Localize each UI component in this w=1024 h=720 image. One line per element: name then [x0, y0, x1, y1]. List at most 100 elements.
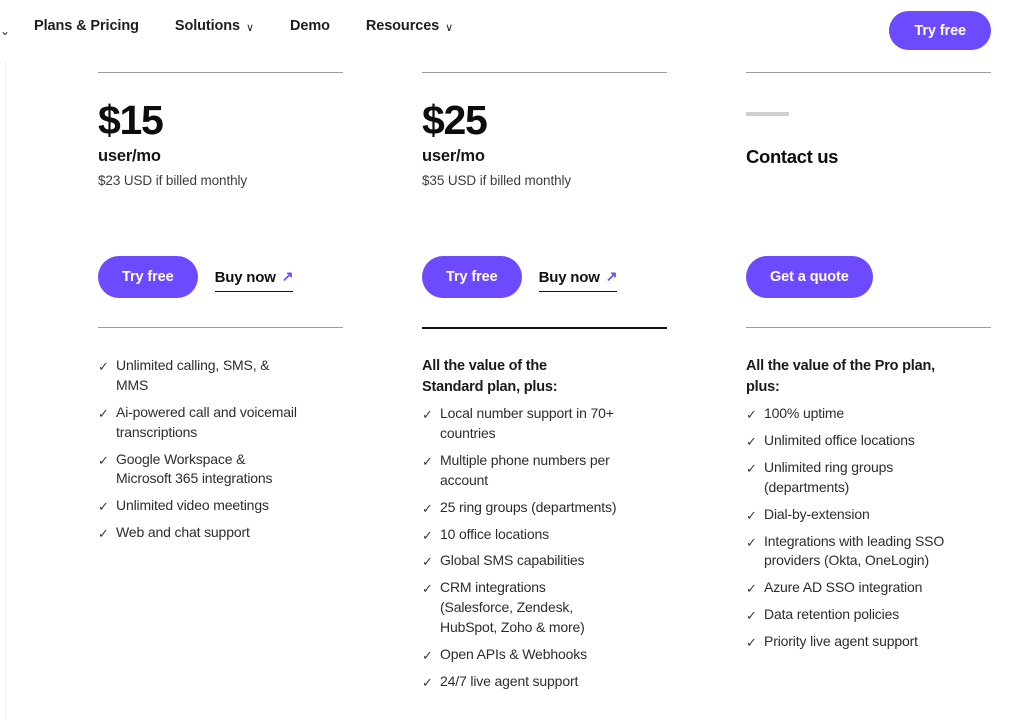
plan-period: user/mo — [98, 147, 161, 165]
feature-label: Unlimited video meetings — [116, 497, 269, 514]
buy-now-link[interactable]: Buy now ↗ — [538, 267, 618, 292]
feature-label: Integrations with leading SSO providers … — [764, 532, 945, 569]
list-item: ✓ Unlimited video meetings — [98, 496, 346, 516]
plan-billing-note: $35 USD if billed monthly — [422, 173, 572, 188]
nav-item-label: Solutions — [174, 18, 241, 34]
nav-overflow-chevron-icon[interactable]: ⌄ — [0, 24, 14, 38]
list-item: ✓ Local number support in 70+ countries — [422, 404, 670, 444]
plan-price: $15 — [98, 97, 164, 143]
check-icon: ✓ — [422, 647, 433, 663]
check-icon: ✓ — [746, 434, 757, 450]
feature-label: CRM integrations (Salesforce, Zendesk, H… — [440, 579, 585, 636]
feature-label: 24/7 live agent support — [440, 672, 579, 689]
list-item: ✓ Integrations with leading SSO provider… — [746, 532, 994, 572]
top-navigation-bar: ⌄ Plans & Pricing Solutions ∨ Demo Resou… — [0, 0, 1024, 60]
plan-price-placeholder-dash — [746, 112, 789, 116]
check-icon: ✓ — [422, 407, 433, 423]
card-cta-row: Try free Buy now ↗ — [422, 256, 617, 298]
card-bottom-divider — [746, 327, 991, 328]
check-icon: ✓ — [746, 507, 757, 523]
pricing-plans-grid: $15 user/mo $23 USD if billed monthly Tr… — [0, 60, 1024, 720]
feature-label: Global SMS capabilities — [440, 552, 585, 569]
list-item: ✓ Web and chat support — [98, 523, 346, 543]
feature-label: Ai-powered call and voicemail transcript… — [116, 403, 297, 440]
nav-item-label: Plans & Pricing — [34, 18, 139, 34]
check-icon: ✓ — [98, 359, 109, 374]
check-icon: ✓ — [746, 608, 757, 624]
card-bottom-divider — [98, 327, 343, 328]
check-icon: ✓ — [746, 581, 757, 597]
list-item: ✓ 100% uptime — [746, 404, 994, 424]
list-item: ✓ Dial-by-extension — [746, 505, 994, 525]
check-icon: ✓ — [422, 581, 433, 597]
plan-features: All the value of the Pro plan, plus: ✓ 1… — [746, 356, 994, 659]
check-icon: ✓ — [98, 499, 109, 515]
try-free-button[interactable]: Try free — [98, 256, 198, 298]
check-icon: ✓ — [746, 407, 757, 423]
list-item: ✓ CRM integrations (Salesforce, Zendesk,… — [422, 578, 670, 638]
feature-label: Unlimited ring groups (departments) — [764, 458, 894, 495]
nav-item-resources[interactable]: Resources ∨ — [366, 18, 453, 34]
feature-label: 100% uptime — [764, 405, 845, 422]
arrow-up-right-icon: ↗ — [281, 267, 294, 284]
feature-heading: All the value of the Pro plan, plus: — [746, 358, 935, 395]
list-item: ✓ Global SMS capabilities — [422, 551, 670, 571]
feature-label: Data retention policies — [764, 606, 900, 623]
nav-item-label: Demo — [289, 18, 330, 34]
feature-label: Dial-by-extension — [764, 505, 870, 522]
card-top-divider — [98, 72, 343, 73]
feature-label: Open APIs & Webhooks — [440, 645, 587, 662]
nav-item-label: Resources — [365, 18, 440, 34]
feature-label: Priority live agent support — [764, 633, 918, 650]
nav-try-free-button[interactable]: Try free — [889, 11, 991, 50]
list-item: ✓ Unlimited calling, SMS, & MMS — [98, 356, 346, 396]
feature-label: Unlimited office locations — [764, 432, 915, 449]
plan-period: user/mo — [422, 147, 485, 165]
get-a-quote-button[interactable]: Get a quote — [746, 256, 873, 298]
check-icon: ✓ — [422, 527, 433, 543]
list-item: ✓ Azure AD SSO integration — [746, 578, 994, 598]
chevron-down-icon: ∨ — [445, 21, 454, 34]
feature-label: Azure AD SSO integration — [764, 579, 923, 596]
nav-menu: Plans & Pricing Solutions ∨ Demo Resourc… — [34, 18, 453, 34]
feature-label: Multiple phone numbers per account — [440, 451, 610, 488]
arrow-up-right-icon: ↗ — [605, 267, 618, 284]
plan-contact-title: Contact us — [746, 146, 839, 167]
buy-now-link[interactable]: Buy now ↗ — [214, 267, 294, 292]
plan-billing-note: $23 USD if billed monthly — [98, 173, 248, 188]
check-icon: ✓ — [422, 453, 433, 469]
feature-list: ✓ 100% uptime ✓ Unlimited office locatio… — [746, 404, 994, 652]
nav-item-demo[interactable]: Demo — [290, 18, 330, 34]
card-bottom-divider — [422, 327, 667, 329]
plan-price: $25 — [422, 97, 488, 143]
feature-label: 25 ring groups (departments) — [440, 498, 617, 515]
feature-label: Google Workspace & Microsoft 365 integra… — [116, 450, 273, 487]
plan-features: ✓ Unlimited calling, SMS, & MMS ✓ Ai-pow… — [98, 356, 346, 550]
feature-label: 10 office locations — [440, 525, 549, 542]
card-cta-row: Try free Buy now ↗ — [98, 256, 293, 298]
check-icon: ✓ — [422, 674, 433, 690]
feature-heading: All the value of the Standard plan, plus… — [422, 358, 558, 395]
chevron-down-icon: ∨ — [246, 21, 254, 34]
list-item: ✓ 24/7 live agent support — [422, 672, 670, 692]
check-icon: ✓ — [746, 534, 757, 550]
check-icon: ✓ — [422, 554, 433, 570]
nav-item-solutions[interactable]: Solutions ∨ — [175, 18, 254, 34]
card-top-divider — [746, 72, 991, 73]
list-item: ✓ Multiple phone numbers per account — [422, 451, 670, 491]
card-cta-row: Get a quote — [746, 256, 873, 298]
feature-label: Local number support in 70+ countries — [440, 405, 614, 442]
check-icon: ✓ — [98, 452, 109, 468]
list-item: ✓ 25 ring groups (departments) — [422, 498, 670, 518]
feature-label: Web and chat support — [116, 524, 250, 541]
feature-list: ✓ Unlimited calling, SMS, & MMS ✓ Ai-pow… — [98, 356, 346, 543]
try-free-button[interactable]: Try free — [422, 256, 522, 298]
check-icon: ✓ — [98, 526, 109, 542]
nav-item-plans-pricing[interactable]: Plans & Pricing — [34, 18, 139, 34]
list-item: ✓ Open APIs & Webhooks — [422, 645, 670, 665]
list-item: ✓ Priority live agent support — [746, 632, 994, 652]
list-item: ✓ Google Workspace & Microsoft 365 integ… — [98, 450, 346, 490]
list-item: ✓ 10 office locations — [422, 525, 670, 545]
list-item: ✓ Unlimited ring groups (departments) — [746, 458, 994, 498]
list-item: ✓ Ai-powered call and voicemail transcri… — [98, 403, 346, 443]
